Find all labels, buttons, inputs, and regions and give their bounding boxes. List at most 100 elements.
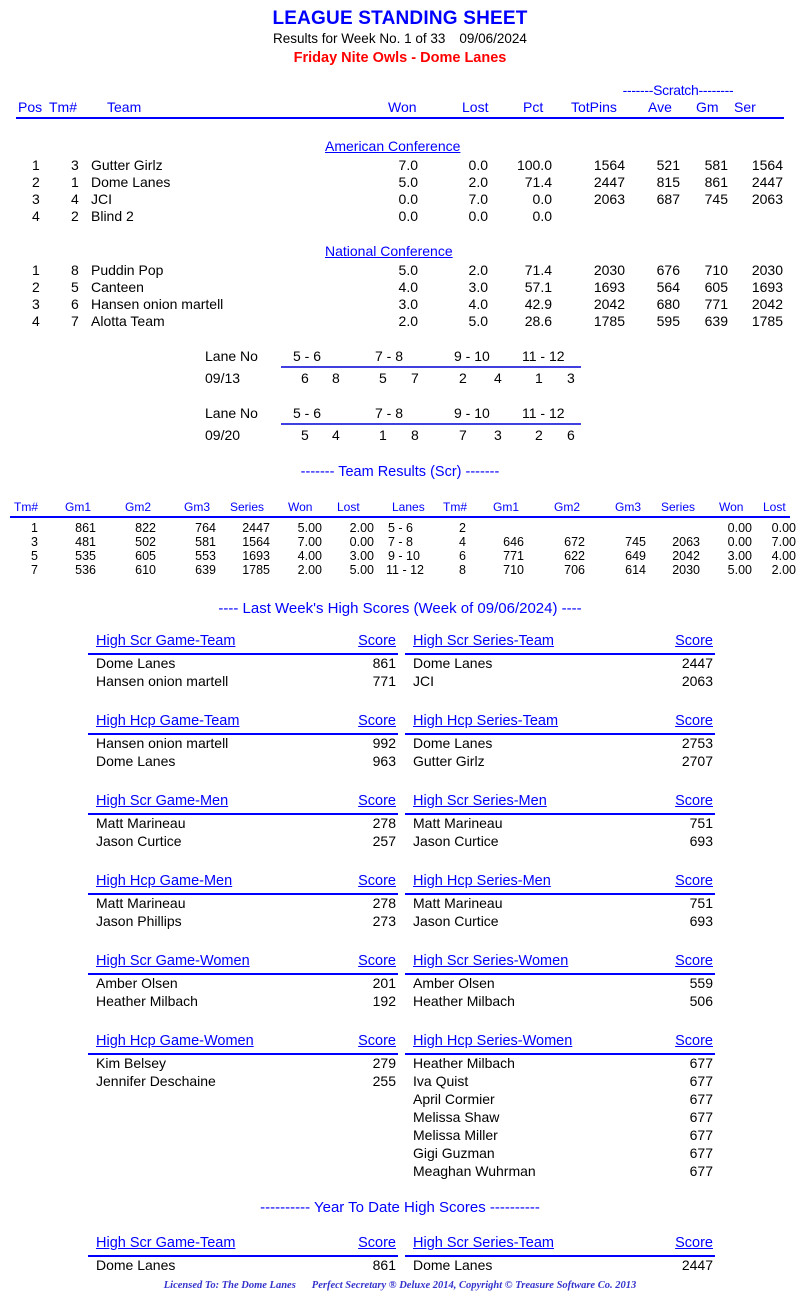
panel-header: High Scr Series-Women Score xyxy=(405,953,715,972)
cell-wonb: 3.00 xyxy=(727,549,752,563)
list-item: Jennifer Deschaine 255 xyxy=(88,1073,398,1091)
list-item: April Cormier 677 xyxy=(405,1091,715,1109)
cell-team: Hansen onion martell xyxy=(91,296,224,312)
panel-header: High Hcp Series-Women Score xyxy=(405,1033,715,1052)
cell-series: 1564 xyxy=(242,535,270,549)
cell-ser: 2042 xyxy=(751,296,783,312)
list-item: Amber Olsen 559 xyxy=(405,975,715,993)
cell-pos: 3 xyxy=(32,191,40,207)
cell-team: Blind 2 xyxy=(91,208,134,224)
entry-score: 677 xyxy=(689,1055,713,1071)
cell-won: 5.0 xyxy=(398,174,418,190)
entry-name: Amber Olsen xyxy=(413,975,495,991)
cell-series: 2447 xyxy=(242,521,270,535)
col-tmnum: Tm# xyxy=(49,99,77,115)
cell-lost: 5.0 xyxy=(468,313,488,329)
cell-won: 2.00 xyxy=(297,563,322,577)
list-item: Dome Lanes 963 xyxy=(88,753,398,771)
panel-header: High Hcp Series-Team Score xyxy=(405,713,715,732)
list-item: Hansen onion martell 771 xyxy=(88,673,398,691)
cell-ave: 815 xyxy=(656,174,680,190)
entry-score: 677 xyxy=(689,1145,713,1161)
lane-team: 3 xyxy=(494,427,502,443)
year-to-date-banner: ---------- Year To Date High Scores ----… xyxy=(260,1199,540,1216)
panel-header: High Scr Game-Team Score xyxy=(88,1235,398,1254)
col-won: Won xyxy=(388,99,417,115)
panel-title: High Hcp Game-Women xyxy=(96,1033,254,1049)
entry-name: Heather Milbach xyxy=(413,993,515,1009)
cell-gm2b: 672 xyxy=(564,535,585,549)
panel-title: High Scr Game-Team xyxy=(96,633,236,649)
panel-score-label: Score xyxy=(358,633,396,649)
panel-score-label: Score xyxy=(675,633,713,649)
panel-high-scr-series-men: High Scr Series-Men Score Matt Marineau 7… xyxy=(405,793,715,851)
entry-name: Matt Marineau xyxy=(96,815,186,831)
cell-team: Gutter Girlz xyxy=(91,157,163,173)
entry-name: Hansen onion martell xyxy=(96,673,229,689)
lane-team: 6 xyxy=(567,427,575,443)
entry-name: Jason Curtice xyxy=(96,833,182,849)
col-tm-right: Tm# xyxy=(443,500,467,514)
panel-score-label: Score xyxy=(675,1235,713,1251)
cell-lost: 2.00 xyxy=(349,521,374,535)
list-item: Dome Lanes 2447 xyxy=(405,655,715,673)
cell-gm1b: 710 xyxy=(503,563,524,577)
panel-high-scr-game-men: High Scr Game-Men Score Matt Marineau 278… xyxy=(88,793,398,851)
list-item: Gigi Guzman 677 xyxy=(405,1145,715,1163)
lane-team: 1 xyxy=(535,370,543,386)
panel-title: High Hcp Series-Women xyxy=(413,1033,573,1049)
col-won-right: Won xyxy=(719,500,744,514)
cell-gm2b: 706 xyxy=(564,563,585,577)
cell-won: 7.00 xyxy=(297,535,322,549)
lane-team: 2 xyxy=(459,370,467,386)
entry-score: 273 xyxy=(372,913,396,929)
cell-totpins: 2042 xyxy=(593,296,625,312)
list-item: Matt Marineau 751 xyxy=(405,815,715,833)
panel-header: High Hcp Game-Team Score xyxy=(88,713,398,732)
cell-lanes: 7 - 8 xyxy=(388,535,414,549)
entry-score: 278 xyxy=(372,895,396,911)
cell-tm: 5 xyxy=(31,549,38,563)
entry-score: 255 xyxy=(372,1073,396,1089)
lane-schedule-rule-2 xyxy=(281,423,581,425)
panel-header: High Scr Game-Team Score xyxy=(88,633,398,652)
col-gm3-right: Gm3 xyxy=(615,500,642,514)
panel-title: High Scr Series-Team xyxy=(413,1235,555,1251)
lane-date: 09/13 xyxy=(205,370,241,386)
cell-ser: 1693 xyxy=(751,279,783,295)
lane-team: 7 xyxy=(459,427,467,443)
footer-licensed-to: Licensed To: The Dome Lanes xyxy=(163,1280,296,1291)
entry-name: Gutter Girlz xyxy=(413,753,485,769)
cell-ave: 676 xyxy=(656,262,680,278)
lane-pair: 7 - 8 xyxy=(375,348,404,364)
panel-title: High Hcp Game-Men xyxy=(96,873,233,889)
col-won-left: Won xyxy=(288,500,313,514)
panel-title: High Hcp Game-Team xyxy=(96,713,240,729)
cell-gm3b: 614 xyxy=(625,563,646,577)
list-item: Dome Lanes 2753 xyxy=(405,735,715,753)
panel-high-scr-game-team: High Scr Game-Team Score Dome Lanes 861 H… xyxy=(88,633,398,691)
entry-name: Melissa Shaw xyxy=(413,1109,500,1125)
col-gm: Gm xyxy=(696,99,719,115)
entry-score: 192 xyxy=(372,993,396,1009)
cell-wonb: 5.00 xyxy=(727,563,752,577)
table-row: 1 3 Gutter Girlz 7.0 0.0 100.0 1564 521 … xyxy=(0,157,800,174)
col-gm3-left: Gm3 xyxy=(184,500,211,514)
scratch-group-label: -------Scratch-------- xyxy=(622,82,734,98)
league-standing-sheet-page: LEAGUE STANDING SHEET Results for Week N… xyxy=(0,0,800,1302)
panel-header: High Scr Series-Team Score xyxy=(405,633,715,652)
col-gm2-right: Gm2 xyxy=(554,500,581,514)
team-results-header-rule xyxy=(10,516,790,518)
lane-schedule-block-1: Lane No 5 - 6 7 - 8 9 - 10 11 - 12 09/13… xyxy=(0,348,800,388)
col-gm1-left: Gm1 xyxy=(65,500,92,514)
results-subtitle: Results for Week No. 1 of 33 09/06/2024 xyxy=(0,29,800,47)
panel-ytd-high-scr-game-team: High Scr Game-Team Score Dome Lanes 861 xyxy=(88,1235,398,1275)
cell-gm3b: 745 xyxy=(625,535,646,549)
cell-tm: 8 xyxy=(71,262,79,278)
entry-name: Heather Milbach xyxy=(413,1055,515,1071)
panel-score-label: Score xyxy=(675,793,713,809)
cell-seriesb: 2030 xyxy=(672,563,700,577)
footer-copyright: Perfect Secretary ® Deluxe 2014, Copyrig… xyxy=(311,1280,637,1291)
cell-won: 7.0 xyxy=(398,157,418,173)
entry-score: 2447 xyxy=(681,1257,713,1273)
